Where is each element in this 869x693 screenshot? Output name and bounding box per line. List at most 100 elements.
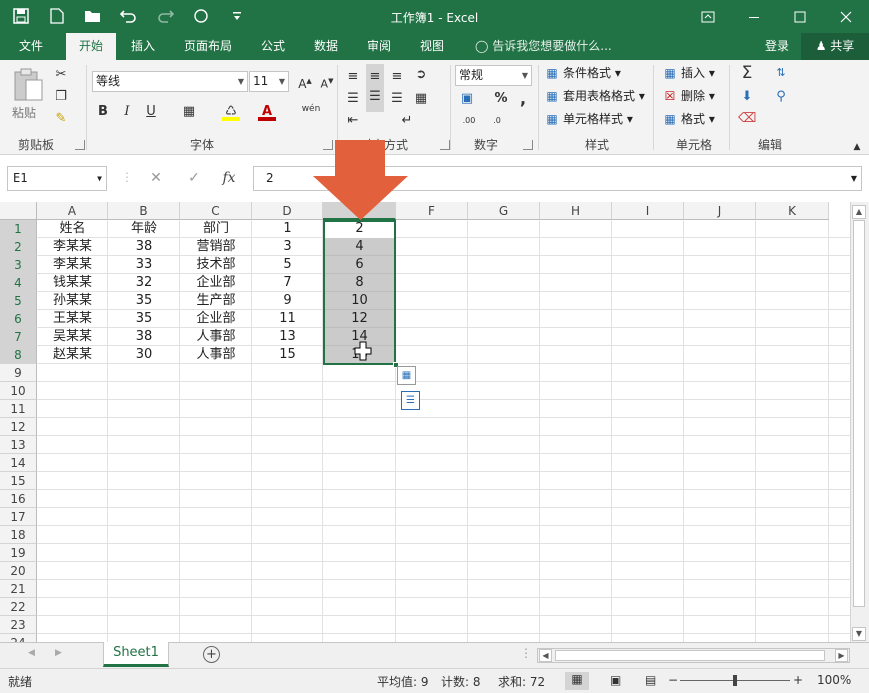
column-header-g[interactable]: G bbox=[468, 202, 540, 220]
cell-a6[interactable]: 王某某 bbox=[37, 310, 108, 328]
cell-a8[interactable]: 赵某某 bbox=[37, 346, 108, 364]
row-header-5[interactable]: 5 bbox=[0, 292, 37, 310]
column-header-b[interactable]: B bbox=[108, 202, 180, 220]
fill-color-icon[interactable]: ♺ bbox=[222, 103, 240, 121]
autosum-icon[interactable]: Σ bbox=[738, 64, 756, 82]
tab-insert[interactable]: 插入 bbox=[122, 33, 164, 60]
vertical-scroll-thumb[interactable] bbox=[853, 220, 865, 607]
cut-icon[interactable]: ✂ bbox=[52, 66, 70, 84]
number-format-combo[interactable]: 常规 ▼ bbox=[455, 65, 532, 86]
row-header-14[interactable]: 14 bbox=[0, 454, 37, 472]
row-header-13[interactable]: 13 bbox=[0, 436, 37, 454]
cell-b5[interactable]: 35 bbox=[108, 292, 180, 310]
collapse-ribbon-icon[interactable]: ▲ bbox=[848, 138, 866, 156]
cell-e3[interactable]: 6 bbox=[323, 256, 396, 274]
delete-cells-button[interactable]: ☒ 删除 ▾ bbox=[662, 87, 715, 105]
align-top-icon[interactable]: ≡ bbox=[344, 68, 362, 86]
sheet-next-icon[interactable]: ▶ bbox=[55, 648, 62, 658]
clear-icon[interactable]: ⌫ bbox=[738, 110, 756, 128]
cell-c6[interactable]: 企业部 bbox=[180, 310, 252, 328]
zoom-level[interactable]: 100% bbox=[817, 673, 851, 687]
wrap-text-icon[interactable]: ↵ bbox=[398, 112, 416, 130]
normal-view-icon[interactable]: ▦ bbox=[565, 672, 589, 690]
currency-icon[interactable]: ▣ bbox=[458, 90, 476, 108]
cell-d8[interactable]: 15 bbox=[252, 346, 323, 364]
cell-e5[interactable]: 10 bbox=[323, 292, 396, 310]
quick-analysis-icon[interactable]: ☰ bbox=[401, 391, 420, 410]
row-header-4[interactable]: 4 bbox=[0, 274, 37, 292]
cell-a2[interactable]: 李某某 bbox=[37, 238, 108, 256]
cell-c8[interactable]: 人事部 bbox=[180, 346, 252, 364]
tab-view[interactable]: 视图 bbox=[411, 33, 453, 60]
row-header-9[interactable]: 9 bbox=[0, 364, 37, 382]
cell-a1[interactable]: 姓名 bbox=[37, 220, 108, 238]
border-icon[interactable]: ▦ bbox=[180, 103, 198, 121]
cell-a5[interactable]: 孙某某 bbox=[37, 292, 108, 310]
row-header-3[interactable]: 3 bbox=[0, 256, 37, 274]
scroll-right-icon[interactable]: ▶ bbox=[835, 649, 848, 662]
cell-d5[interactable]: 9 bbox=[252, 292, 323, 310]
underline-button[interactable]: U bbox=[142, 103, 160, 121]
font-color-icon[interactable]: A bbox=[258, 103, 276, 121]
cell-styles-button[interactable]: ▦ 单元格样式 ▾ bbox=[544, 110, 633, 128]
italic-button[interactable]: I bbox=[118, 103, 136, 121]
row-header-15[interactable]: 15 bbox=[0, 472, 37, 490]
name-box[interactable]: E1 ▼ bbox=[7, 166, 107, 191]
cell-d6[interactable]: 11 bbox=[252, 310, 323, 328]
ribbon-display-icon[interactable] bbox=[685, 0, 731, 33]
column-header-h[interactable]: H bbox=[540, 202, 612, 220]
cell-d3[interactable]: 5 bbox=[252, 256, 323, 274]
cell-d7[interactable]: 13 bbox=[252, 328, 323, 346]
cell-c7[interactable]: 人事部 bbox=[180, 328, 252, 346]
cell-c5[interactable]: 生产部 bbox=[180, 292, 252, 310]
font-size-combo[interactable]: 11 ▼ bbox=[249, 71, 289, 92]
scroll-left-icon[interactable]: ◀ bbox=[539, 649, 552, 662]
shrink-font-icon[interactable]: A▼ bbox=[318, 72, 336, 91]
tab-review[interactable]: 审阅 bbox=[358, 33, 400, 60]
sheet-prev-icon[interactable]: ◀ bbox=[28, 648, 35, 658]
font-name-combo[interactable]: 等线 ▼ bbox=[92, 71, 248, 92]
format-as-table-button[interactable]: ▦ 套用表格格式 ▾ bbox=[544, 87, 645, 105]
cell-b1[interactable]: 年龄 bbox=[108, 220, 180, 238]
minimize-icon[interactable] bbox=[731, 0, 777, 33]
conditional-format-button[interactable]: ▦ 条件格式 ▾ bbox=[544, 64, 621, 82]
grow-font-icon[interactable]: A▲ bbox=[296, 72, 314, 91]
fill-icon[interactable]: ⬇ bbox=[738, 88, 756, 106]
alignment-launcher-icon[interactable] bbox=[440, 140, 450, 150]
cell-b7[interactable]: 38 bbox=[108, 328, 180, 346]
row-header-8[interactable]: 8 bbox=[0, 346, 37, 364]
bold-button[interactable]: B bbox=[94, 103, 112, 121]
zoom-in-button[interactable]: + bbox=[793, 673, 803, 687]
column-header-c[interactable]: C bbox=[180, 202, 252, 220]
cell-e2[interactable]: 4 bbox=[323, 238, 396, 256]
orientation-icon[interactable]: ➲ bbox=[412, 66, 430, 84]
format-painter-icon[interactable]: ✎ bbox=[52, 110, 70, 128]
cell-e1[interactable]: 2 bbox=[323, 220, 396, 238]
merge-icon[interactable]: ▦ bbox=[412, 90, 430, 108]
add-sheet-button[interactable]: + bbox=[203, 646, 220, 663]
row-header-11[interactable]: 11 bbox=[0, 400, 37, 418]
increase-decimal-icon[interactable]: .00 bbox=[458, 112, 480, 130]
cell-e6[interactable]: 12 bbox=[323, 310, 396, 328]
scroll-up-icon[interactable]: ▲ bbox=[852, 205, 866, 219]
decrease-decimal-icon[interactable]: .0 bbox=[486, 112, 508, 130]
cell-c4[interactable]: 企业部 bbox=[180, 274, 252, 292]
column-header-k[interactable]: K bbox=[756, 202, 829, 220]
find-select-icon[interactable]: ⚲ bbox=[772, 88, 790, 106]
column-header-j[interactable]: J bbox=[684, 202, 756, 220]
cell-c2[interactable]: 营销部 bbox=[180, 238, 252, 256]
cell-a7[interactable]: 吴某某 bbox=[37, 328, 108, 346]
row-header-10[interactable]: 10 bbox=[0, 382, 37, 400]
row-header-17[interactable]: 17 bbox=[0, 508, 37, 526]
row-header-18[interactable]: 18 bbox=[0, 526, 37, 544]
maximize-icon[interactable] bbox=[777, 0, 823, 33]
phonetic-button[interactable]: wén bbox=[300, 100, 322, 118]
align-middle-icon[interactable]: ≡ bbox=[366, 64, 384, 90]
row-header-22[interactable]: 22 bbox=[0, 598, 37, 616]
tab-formulas[interactable]: 公式 bbox=[252, 33, 294, 60]
split-grip-icon[interactable]: ⋮ bbox=[520, 646, 532, 660]
login-link[interactable]: 登录 bbox=[765, 33, 789, 60]
align-right-icon[interactable]: ☰ bbox=[388, 90, 406, 108]
comma-icon[interactable]: , bbox=[514, 90, 532, 108]
horizontal-scroll-thumb[interactable] bbox=[555, 650, 825, 661]
